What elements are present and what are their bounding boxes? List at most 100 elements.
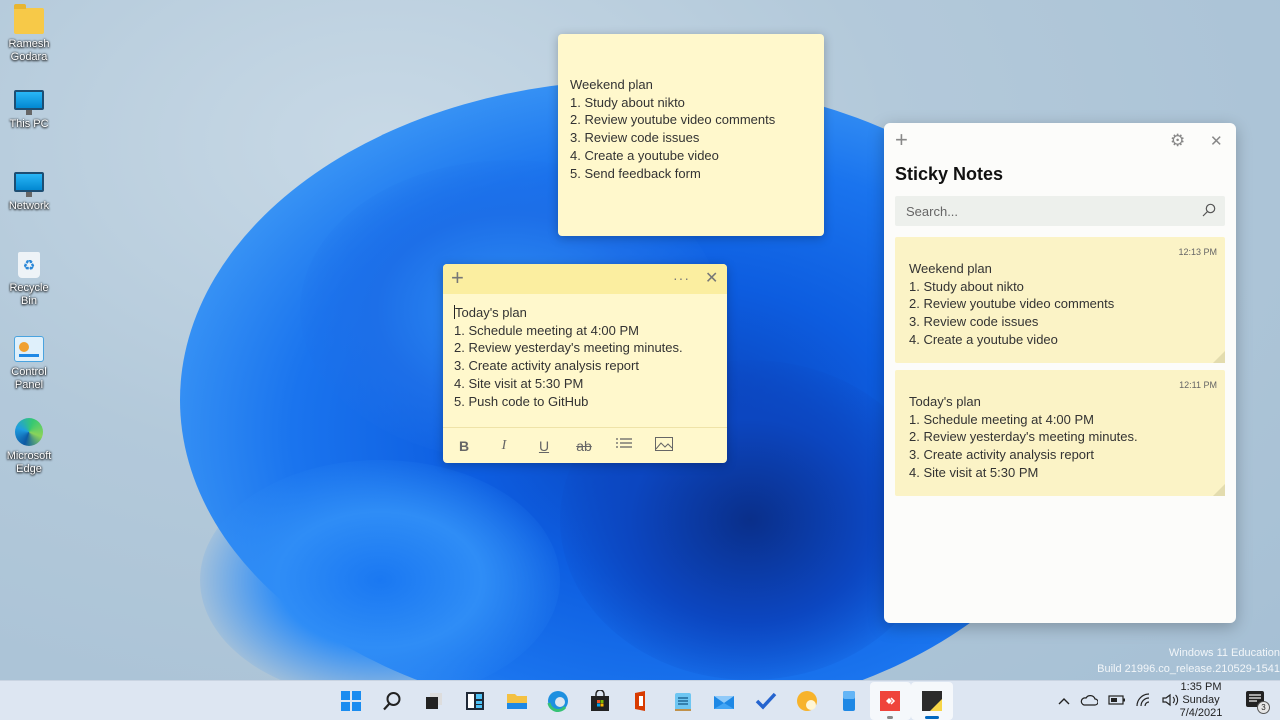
active-indicator [924,716,939,719]
note-line: 3. Create activity analysis report [454,358,639,374]
sticky-note-today[interactable]: + ··· ✕ Today's plan 1. Schedule meeting… [443,264,727,463]
desktop-icon-user-folder[interactable]: Ramesh Godara [0,4,58,64]
bold-button[interactable]: B [455,438,473,454]
underline-button[interactable]: U [535,438,553,454]
office-button[interactable] [621,682,663,720]
wifi-icon[interactable] [1136,692,1152,710]
note-preview: Weekend plan 1. Study about nikto 2. Rev… [909,260,1114,349]
note-editor[interactable]: Today's plan 1. Schedule meeting at 4:00… [454,304,683,410]
computer-icon [14,90,44,115]
search-button[interactable] [372,682,414,720]
sticky-notes-taskbar-button[interactable] [911,682,953,720]
edge-icon [15,418,43,446]
notification-count-badge: 3 [1257,701,1270,714]
desktop-icon-this-pc[interactable]: This PC [0,90,58,131]
phone-icon [842,691,855,711]
format-toolbar: B I U ab [443,427,727,463]
watermark-edition: Windows 11 Education [1168,647,1280,659]
clock[interactable]: 1:35 PM Sunday 7/4/2021 [1172,681,1230,720]
add-image-button[interactable] [655,437,673,454]
icon-label: Recycle Bin [9,282,49,307]
note-line: 1. Schedule meeting at 4:00 PM [454,322,640,338]
note-line: 4. Create a youtube video [909,331,1058,347]
todo-button[interactable] [745,682,787,720]
note-line: 1. Study about nikto [909,278,1024,294]
note-line: 5. Send feedback form [570,165,701,181]
strikethrough-button[interactable]: ab [575,438,593,454]
icon-label: Ramesh [8,38,50,50]
anydesk-button[interactable] [869,682,911,720]
more-options-icon[interactable]: ··· [673,269,690,287]
icon-label: Network [8,200,50,212]
show-hidden-icons-chevron-icon[interactable] [1058,694,1070,708]
note-line: Weekend plan [909,261,992,276]
clock-time: 1:35 PM [1180,681,1222,693]
mail-button[interactable] [704,682,746,720]
file-explorer-button[interactable] [496,682,538,720]
task-view-icon [425,693,442,709]
watermark-build: Build 21996.co_release.210529-1541 [1097,663,1280,675]
note-card[interactable]: 12:11 PM Today's plan 1. Schedule meetin… [895,370,1225,496]
note-content[interactable]: Weekend plan 1. Study about nikto 2. Rev… [570,76,775,182]
desktop-icon-network[interactable]: Network [0,172,58,213]
page-fold-corner [1213,484,1225,496]
note-line: Today's plan [909,394,981,409]
note-line: 5. Push code to GitHub [454,393,589,409]
sticky-note-weekend[interactable]: Weekend plan 1. Study about nikto 2. Rev… [558,34,824,236]
icon-label: Panel [14,379,44,391]
windows-build-watermark: Windows 11 Education Build 21996.co_rele… [1097,645,1280,677]
anydesk-icon [880,691,901,711]
note-line: 4. Create a youtube video [570,147,719,163]
edge-button[interactable] [538,682,580,720]
app-title: Sticky Notes [895,164,1004,184]
icon-label: Godara [10,51,48,63]
file-explorer-icon [506,694,527,709]
desktop-icon-control-panel[interactable]: Control Panel [0,336,58,392]
onedrive-cloud-icon[interactable] [1080,694,1099,709]
note-header[interactable]: + ··· ✕ [443,264,727,294]
photos-button[interactable] [787,682,829,720]
icon-label: Edge [16,463,42,475]
italic-button[interactable]: I [495,438,513,454]
add-note-icon[interactable]: + [451,267,464,289]
note-timestamp: 12:13 PM [1178,247,1217,257]
control-panel-icon [14,336,44,362]
mail-icon [714,696,735,709]
search-icon[interactable] [1202,203,1216,217]
search-box[interactable] [895,196,1225,226]
clock-day: Sunday [1182,694,1220,706]
note-line: Today's plan [455,305,527,320]
settings-gear-icon[interactable]: ⚙ [1170,132,1185,150]
notification-center-button[interactable]: 3 [1246,691,1270,714]
running-indicator [887,716,894,719]
image-icon [655,437,673,451]
notepad-icon [674,693,691,711]
clock-date: 7/4/2021 [1179,707,1223,719]
search-icon [383,692,401,711]
start-button[interactable] [330,682,372,720]
note-card[interactable]: 12:13 PM Weekend plan 1. Study about nik… [895,237,1225,363]
note-line: 2. Review youtube video comments [570,112,776,128]
phone-link-button[interactable] [828,682,870,720]
desktop-icon-edge[interactable]: Microsoft Edge [0,418,58,476]
wallpaper-bloom-lower [200,460,560,700]
notepad-button[interactable] [662,682,704,720]
note-line: 4. Site visit at 5:30 PM [454,375,584,391]
close-icon[interactable]: ✕ [705,270,718,288]
desktop-icon-recycle-bin[interactable]: ♻ Recycle Bin [0,252,58,308]
recycle-bin-icon: ♻ [18,252,40,278]
new-note-icon[interactable]: + [895,129,908,151]
store-button[interactable] [579,682,621,720]
widgets-button[interactable] [455,682,497,720]
note-line: 3. Create activity analysis report [909,447,1094,463]
sticky-notes-app-window: + ⚙ ✕ Sticky Notes 12:13 PM Weekend plan… [884,123,1236,623]
task-view-button[interactable] [413,682,455,720]
battery-icon[interactable] [1108,694,1126,709]
icon-label: Microsoft [6,450,52,462]
note-line: 4. Site visit at 5:30 PM [909,464,1039,480]
page-fold-corner [1213,351,1225,363]
search-input[interactable] [895,196,1185,226]
note-line: 3. Review code issues [909,314,1039,330]
close-icon[interactable]: ✕ [1210,133,1223,151]
bullet-list-button[interactable] [615,437,633,454]
